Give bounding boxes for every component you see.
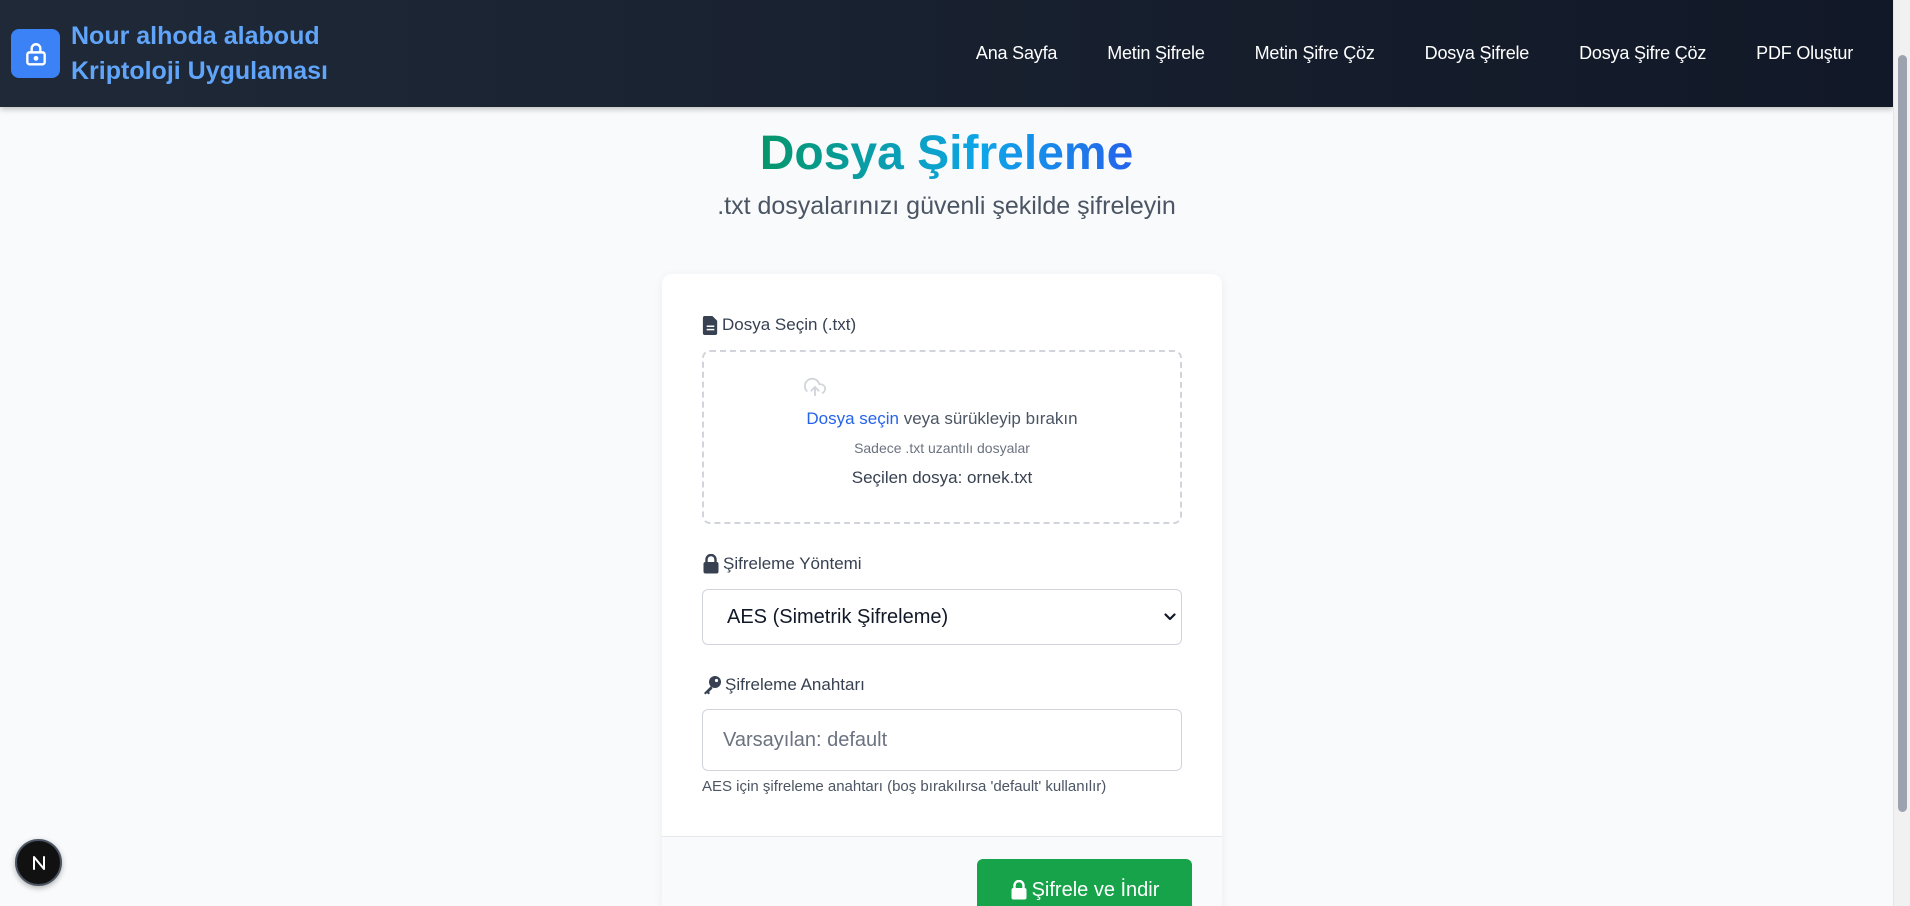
scrollbar-thumb[interactable] — [1898, 55, 1907, 812]
key-help-text: AES için şifreleme anahtarı (boş bırakıl… — [702, 778, 1107, 795]
file-icon — [702, 315, 718, 335]
file-dropzone[interactable]: Dosya seçin veya sürükleyip bırakın Sade… — [702, 350, 1182, 524]
key-icon — [704, 676, 721, 695]
encryption-key-input[interactable] — [702, 709, 1182, 771]
navbar: Nour alhoda alaboud Kriptoloji Uygulamas… — [0, 0, 1893, 107]
dropzone-drag-text: veya sürükleyip bırakın — [899, 409, 1078, 428]
submit-label: Şifrele ve İndir — [1031, 878, 1160, 901]
nav-links: Ana Sayfa Metin Şifrele Metin Şifre Çöz … — [976, 0, 1853, 107]
file-field-label: Dosya Seçin (.txt) — [702, 315, 856, 335]
brand-app-name: Kriptoloji Uygulaması — [71, 56, 328, 85]
dropzone-text: Dosya seçin veya sürükleyip bırakın — [704, 409, 1180, 429]
selected-file-text: Seçilen dosya: ornek.txt — [851, 468, 1033, 487]
method-field-label: Şifreleme Yöntemi — [702, 554, 862, 574]
lock-icon — [703, 554, 719, 574]
cloud-upload-icon — [804, 377, 826, 397]
encrypt-form-card: Dosya Seçin (.txt) Dosya seçin veya sürü… — [662, 274, 1222, 906]
brand-logo — [11, 29, 60, 78]
nav-link-pdf[interactable]: PDF Oluştur — [1756, 43, 1853, 64]
nav-link-file-encrypt[interactable]: Dosya Şifrele — [1425, 43, 1530, 64]
nextjs-dev-indicator[interactable] — [15, 839, 62, 886]
brand[interactable]: Nour alhoda alaboud Kriptoloji Uygulamas… — [11, 19, 328, 89]
page-title: Dosya Şifreleme — [759, 127, 1134, 180]
dropzone-hint: Sadece .txt uzantılı dosyalar — [854, 440, 1030, 456]
encryption-method-select[interactable]: AES (Simetrik Şifreleme) — [702, 589, 1182, 645]
nav-link-file-decrypt[interactable]: Dosya Şifre Çöz — [1579, 43, 1706, 64]
nav-link-home[interactable]: Ana Sayfa — [976, 43, 1057, 64]
lock-icon — [25, 42, 46, 65]
nav-link-text-encrypt[interactable]: Metin Şifrele — [1107, 43, 1205, 64]
page-scrollbar[interactable] — [1893, 0, 1910, 906]
brand-text: Nour alhoda alaboud Kriptoloji Uygulamas… — [71, 19, 328, 89]
nav-link-text-decrypt[interactable]: Metin Şifre Çöz — [1255, 43, 1375, 64]
lock-icon — [1011, 880, 1027, 900]
choose-file-link[interactable]: Dosya seçin — [806, 409, 899, 428]
key-field-label: Şifreleme Anahtarı — [702, 675, 865, 695]
encrypt-and-download-button[interactable]: Şifrele ve İndir — [977, 859, 1192, 906]
brand-name: Nour alhoda alaboud — [71, 21, 320, 50]
nextjs-icon — [32, 855, 45, 870]
page-subtitle: .txt dosyalarınızı güvenli şekilde şifre… — [717, 192, 1176, 220]
